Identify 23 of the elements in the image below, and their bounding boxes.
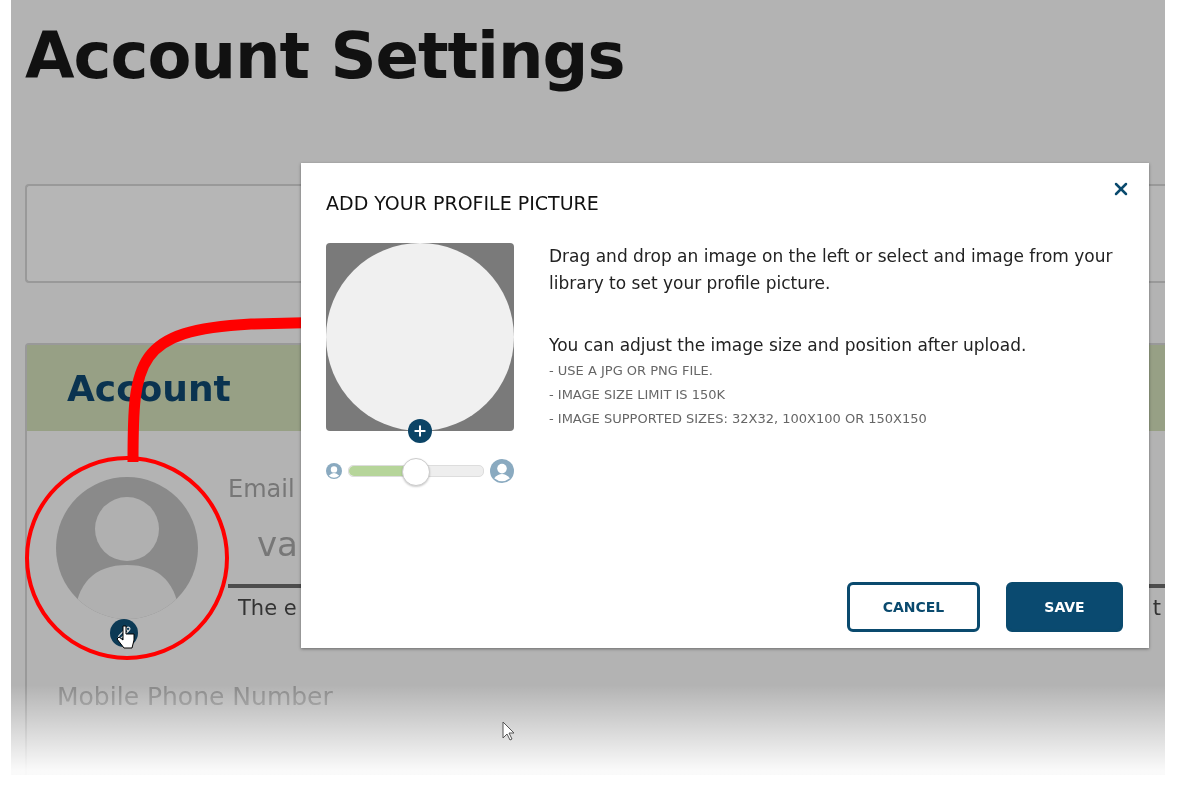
add-image-button[interactable] [408, 419, 432, 443]
requirement-text: - USE A JPG OR PNG FILE. [549, 362, 714, 380]
field-label: Email [228, 474, 295, 504]
save-button[interactable]: SAVE [1006, 582, 1123, 632]
field-value: va [257, 524, 298, 564]
requirement-text: - IMAGE SUPPORTED SIZES: 32X32, 100X100 OR 150X150 [549, 410, 928, 428]
arrow-cursor-icon [502, 721, 515, 741]
image-drop-area[interactable] [326, 243, 514, 431]
slider-thumb[interactable] [401, 458, 430, 486]
large-person-icon [490, 459, 514, 483]
instructions-text: You can adjust the image size and position after upload. [549, 334, 1028, 357]
pencil-icon [117, 626, 131, 640]
plus-icon [412, 423, 428, 439]
requirement-text: - IMAGE SIZE LIMIT IS 150K [549, 386, 727, 404]
field-note: t [1152, 596, 1161, 620]
page-title: Account Settings [25, 18, 626, 95]
instructions-text: Drag and drop an image on the left or select and image from your library to set your profile picture. [549, 245, 1114, 295]
dialog-title: ADD YOUR PROFILE PICTURE [326, 191, 600, 216]
zoom-slider[interactable] [348, 458, 484, 484]
small-person-icon [326, 463, 342, 479]
hand-cursor-icon [116, 625, 135, 649]
field-note: The e [238, 596, 297, 620]
cancel-button[interactable]: CANCEL [847, 582, 980, 632]
